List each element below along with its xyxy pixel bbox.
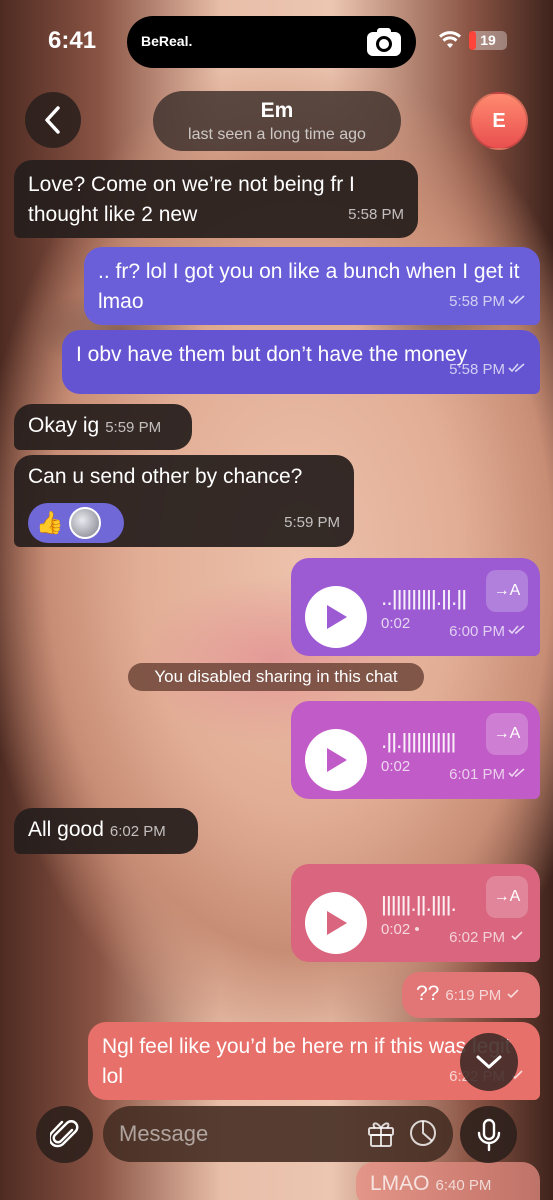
voice-message[interactable]: ..ǀǀǀǀǀǀǀǀǀ.ǀǀ.ǀǀ 0:02 →A 6:00 PM [291,558,540,656]
message-text: Can u send other by chance? [28,465,303,488]
reactor-avatar [69,507,102,539]
message-incoming[interactable]: Okay ig 5:59 PM [14,404,192,450]
message-outgoing[interactable]: LMAO 6:40 PM [356,1162,540,1200]
live-activity-label: BeReal. [141,33,193,49]
system-notice: You disabled sharing in this chat [128,663,424,691]
microphone-icon [477,1118,500,1151]
status-bar: 6:41 BeReal. 19 [0,0,553,80]
message-time: 6:19 PM [445,987,502,1004]
single-check-icon [511,931,523,941]
message-time: 6:40 PM [435,1177,492,1194]
message-outgoing[interactable]: .. fr? lol I got you on like a bunch whe… [84,247,540,325]
contact-status: last seen a long time ago [188,126,366,143]
single-check-icon [507,989,519,999]
message-text: ?? [416,982,440,1005]
double-check-icon [508,295,525,305]
play-icon [327,605,347,629]
message-time: 6:02 PM [109,823,166,840]
voice-duration-value: 0:02 [381,921,411,938]
message-text: I obv have them but don’t have the money [76,343,468,366]
sticker-icon[interactable] [408,1118,438,1148]
dynamic-island[interactable]: BeReal. [127,16,416,68]
double-check-icon [508,625,525,635]
voice-message[interactable]: ǀǀǀǀǀǀ.ǀǀ.ǀǀǀǀ. 0:02 • →A 6:02 PM [291,864,540,962]
voice-message[interactable]: .ǀǀ.ǀǀǀǀǀǀǀǀǀǀǀ 0:02 →A 6:01 PM [291,701,540,799]
battery-indicator: 19 [469,31,507,50]
message-time: 5:58 PM [348,206,404,223]
back-icon [45,106,60,134]
microphone-button[interactable] [460,1106,517,1163]
double-check-icon [508,768,525,778]
message-meta: 6:02 PM [449,922,526,954]
message-outgoing[interactable]: I obv have them but don’t have the money… [62,330,540,394]
play-button[interactable] [305,586,367,648]
message-incoming[interactable]: Can u send other by chance? 👍 5:59 PM [14,455,354,547]
transcribe-button[interactable]: →A [486,713,528,755]
message-text: All good [28,818,104,841]
play-icon [327,748,347,772]
message-time: 5:58 PM [449,361,505,378]
message-text: Love? Come on we’re not being fr I thoug… [28,173,355,226]
message-time: 5:59 PM [284,514,340,531]
message-incoming[interactable]: All good 6:02 PM [14,808,198,854]
voice-duration: 0:02 [381,615,411,632]
message-text: Okay ig [28,414,100,437]
wifi-icon [439,31,461,48]
scroll-to-bottom-button[interactable] [460,1033,518,1091]
message-text: LMAO [370,1172,430,1195]
transcribe-button[interactable]: →A [486,570,528,612]
chevron-down-icon [476,1055,502,1069]
message-time: 5:58 PM [449,293,505,310]
message-incoming[interactable]: Love? Come on we’re not being fr I thoug… [14,160,418,238]
attach-button[interactable] [36,1106,93,1163]
message-meta: 6:00 PM [449,616,526,648]
camera-icon [367,28,401,56]
double-check-icon [508,363,525,373]
message-input[interactable] [103,1106,453,1162]
play-button[interactable] [305,729,367,791]
message-meta: 6:01 PM [449,759,526,791]
message-meta: 5:58 PM [449,354,526,386]
battery-percent: 19 [480,32,496,48]
message-time: 5:59 PM [105,419,162,436]
back-button[interactable] [25,92,81,148]
clock: 6:41 [48,27,97,54]
thumbs-up-emoji: 👍 [36,510,64,535]
paperclip-icon [49,1119,78,1147]
message-outgoing[interactable]: ?? 6:19 PM [402,972,540,1018]
voice-duration: 0:02 • [381,914,420,946]
voice-duration: 0:02 [381,758,411,775]
message-time: 6:01 PM [449,766,505,783]
reaction-pill[interactable]: 👍 [28,503,124,543]
gift-icon[interactable] [366,1118,396,1148]
message-meta: 5:58 PM [449,287,526,317]
transcribe-button[interactable]: →A [486,876,528,918]
avatar[interactable]: E [470,92,528,150]
chat-header[interactable]: Em last seen a long time ago [153,91,401,151]
unplayed-dot: • [414,921,420,938]
message-time: 6:02 PM [449,929,505,946]
message-time: 6:00 PM [449,623,505,640]
play-icon [327,911,347,935]
play-button[interactable] [305,892,367,954]
contact-name: Em [260,99,294,122]
